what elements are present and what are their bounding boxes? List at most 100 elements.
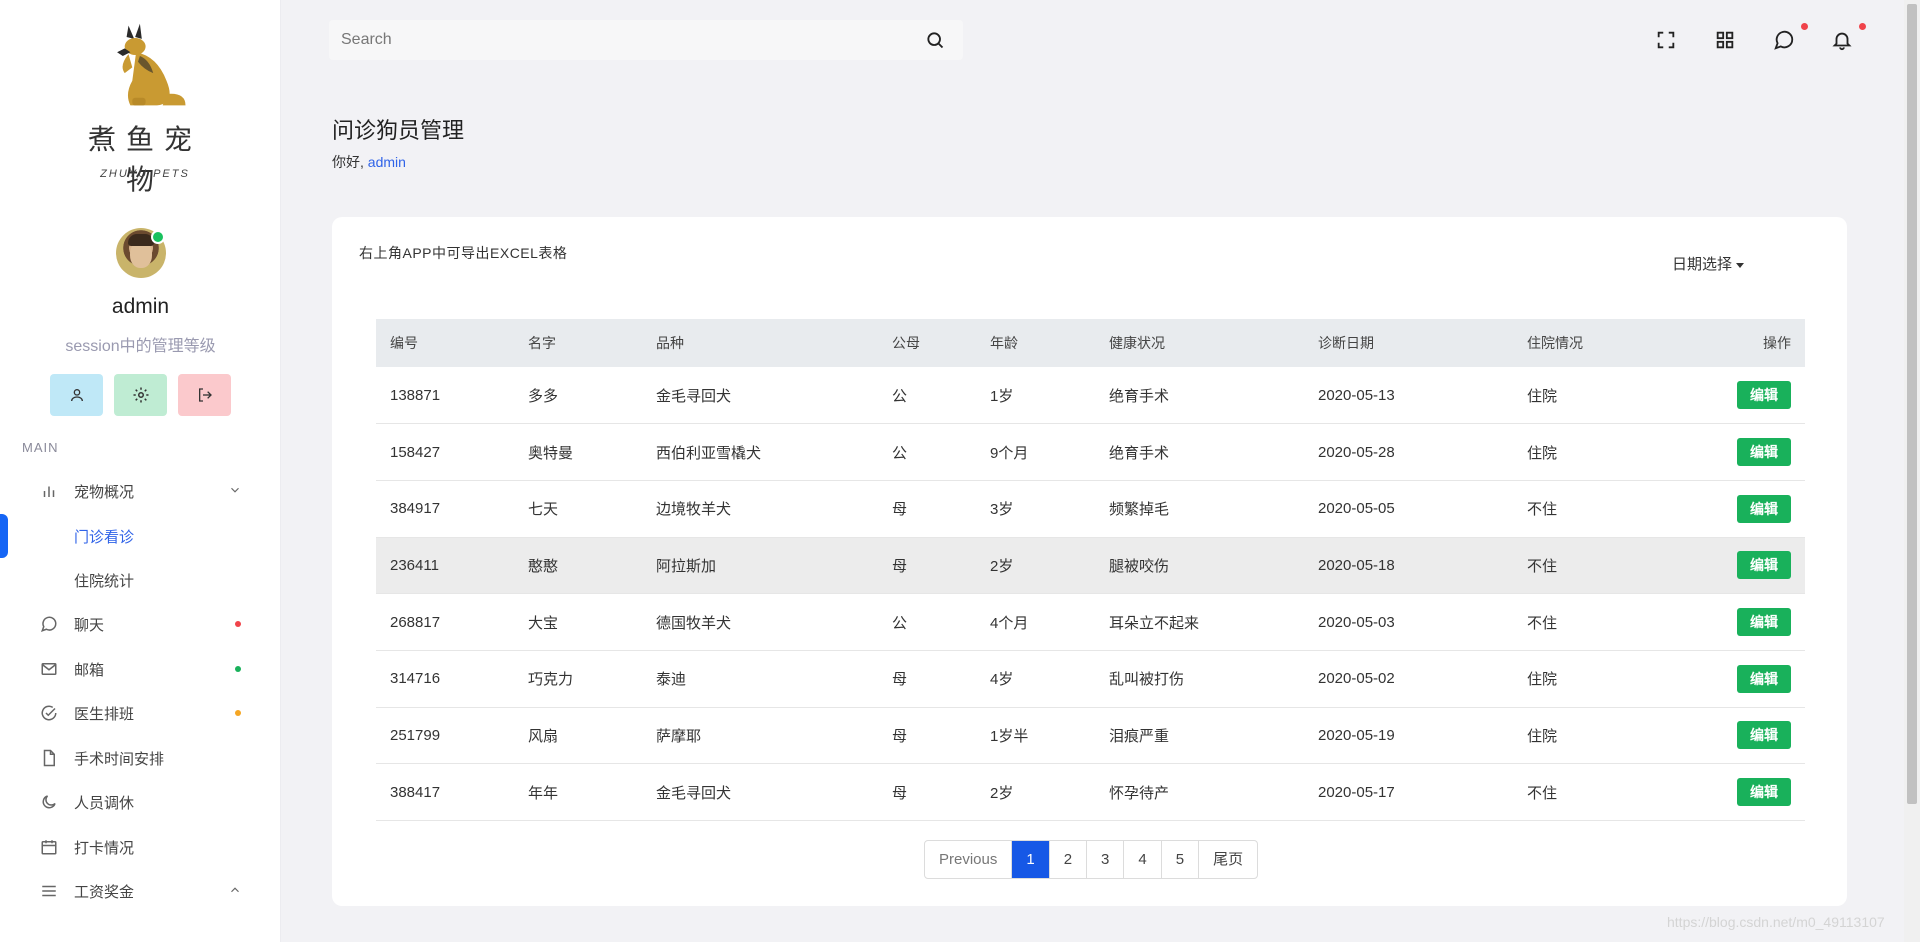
pagination-page-5[interactable]: 5 — [1162, 841, 1200, 878]
pagination-page-2[interactable]: 2 — [1050, 841, 1088, 878]
table-body: 138871 多多 金毛寻回犬公 1岁 绝育手术 2020-05-13 住院 编辑 158427… — [376, 367, 1805, 821]
brand-name: 煮鱼宠物 — [87, 123, 202, 196]
table-cell: 住院 — [1527, 444, 1558, 462]
notification-dot — [235, 666, 241, 672]
table-cell: 2020-05-19 — [1318, 726, 1395, 744]
export-note: 右上角APP中可导出EXCEL表格 — [359, 245, 568, 261]
notification-dot — [235, 710, 241, 716]
table-cell-action: 编辑 — [1663, 424, 1805, 481]
sidebar-item-label: 医生排班 — [74, 705, 135, 723]
edit-button[interactable]: 编辑 — [1737, 551, 1791, 580]
profile-button[interactable] — [50, 374, 103, 416]
apps-grid-icon[interactable] — [1714, 29, 1736, 51]
brand-logo[interactable]: 煮鱼宠物 ZHUYU PETS — [70, 18, 220, 196]
chat-icon — [40, 616, 57, 633]
logout-button[interactable] — [178, 374, 231, 416]
table-cell-action: 编辑 — [1663, 764, 1805, 821]
sidebar-item-mail[interactable]: 邮箱 — [0, 649, 281, 689]
scrollbar-thumb[interactable] — [1907, 4, 1917, 804]
sidebar-item-staff-leave[interactable]: 人员调休 — [0, 782, 281, 822]
online-status-indicator — [151, 230, 165, 244]
scrollbar[interactable] — [1904, 0, 1920, 942]
table-cell: 大宝 — [528, 614, 559, 632]
edit-button[interactable]: 编辑 — [1737, 778, 1791, 807]
pagination-page-3[interactable]: 3 — [1087, 841, 1125, 878]
col-header-sex: 公母 — [892, 335, 920, 351]
search-icon[interactable] — [925, 30, 945, 50]
edit-button[interactable]: 编辑 — [1737, 664, 1791, 693]
col-header-id: 编号 — [390, 335, 418, 351]
table-cell: 251799 — [390, 726, 441, 744]
table-cell: 母 — [892, 727, 908, 745]
col-header-name: 名字 — [528, 335, 556, 351]
avatar[interactable] — [116, 228, 166, 278]
edit-button[interactable]: 编辑 — [1737, 381, 1791, 410]
table-cell: 住院 — [1527, 387, 1558, 405]
table-cell: 236411 — [390, 556, 439, 574]
col-header-hospitalized: 住院情况 — [1527, 335, 1583, 351]
table-cell: 388417 — [390, 783, 441, 801]
search-box — [329, 20, 963, 60]
calendar-icon — [41, 840, 57, 855]
sidebar-item-label: 宠物概况 — [74, 483, 135, 501]
message-icon[interactable] — [1773, 29, 1795, 51]
table-cell-action: 编辑 — [1663, 650, 1805, 707]
chevron-up-icon — [231, 887, 239, 893]
table-cell: 金毛寻回犬 — [656, 387, 732, 405]
table-cell: 1岁半 — [990, 727, 1029, 745]
table-cell: 住院 — [1527, 727, 1558, 745]
date-select-dropdown[interactable]: 日期选择 — [1672, 253, 1745, 274]
table-cell: 138871 — [390, 386, 441, 404]
user-icon — [70, 389, 83, 402]
edit-button[interactable]: 编辑 — [1737, 721, 1791, 750]
table-cell: 多多 — [528, 387, 559, 405]
pagination-last[interactable]: 尾页 — [1199, 841, 1257, 878]
table-cell: 4个月 — [990, 614, 1029, 632]
table-cell: 萨摩耶 — [656, 727, 702, 745]
sidebar-item-salary[interactable]: 工资奖金 — [0, 871, 281, 911]
table-cell: 2岁 — [990, 557, 1014, 575]
col-header-action: 操作 — [1763, 335, 1791, 351]
edit-button[interactable]: 编辑 — [1737, 438, 1791, 467]
check-circle-icon — [41, 705, 57, 721]
table-cell: 158427 — [390, 443, 441, 461]
table-cell: 2020-05-13 — [1318, 386, 1395, 404]
table-cell: 4岁 — [990, 671, 1014, 689]
sidebar-item-surgery-schedule[interactable]: 手术时间安排 — [0, 738, 281, 778]
table-row: 236411 憨憨 阿拉斯加 母 2岁 腿被咬伤 2020-05-18 不住 编辑 — [376, 537, 1805, 594]
pagination-page-1[interactable]: 1 — [1012, 841, 1050, 878]
pagination-previous[interactable]: Previous — [925, 841, 1013, 878]
sidebar-item-label: 工资奖金 — [74, 883, 135, 901]
pagination-page-4[interactable]: 4 — [1124, 841, 1162, 878]
fullscreen-icon[interactable] — [1655, 29, 1677, 51]
bell-icon[interactable] — [1831, 29, 1853, 51]
sidebar-item-doctor-schedule[interactable]: 医生排班 — [0, 693, 281, 733]
table-cell: 不住 — [1527, 784, 1558, 802]
notification-badge — [1859, 23, 1866, 30]
edit-button[interactable]: 编辑 — [1737, 494, 1791, 523]
table-cell: 金毛寻回犬 — [656, 784, 732, 802]
sidebar-item-pet-overview[interactable]: 宠物概况 — [0, 471, 281, 511]
table-cell-action: 编辑 — [1663, 367, 1805, 424]
search-input[interactable] — [341, 28, 901, 52]
dog-logo-icon — [117, 23, 186, 106]
sidebar-item-attendance[interactable]: 打卡情况 — [0, 827, 281, 867]
table-cell: 2020-05-03 — [1318, 613, 1395, 631]
sidebar-subitem-inpatient-stats[interactable]: 住院统计 — [74, 570, 134, 591]
message-badge — [1801, 23, 1808, 30]
mail-icon — [41, 663, 57, 675]
edit-button[interactable]: 编辑 — [1737, 608, 1791, 637]
table-cell: 2020-05-02 — [1318, 670, 1395, 688]
gear-icon — [133, 387, 148, 403]
table-cell: 公 — [892, 444, 908, 462]
sidebar-item-chat[interactable]: 聊天 — [0, 604, 281, 644]
greeting-user-link[interactable]: admin — [368, 154, 406, 170]
date-select-label: 日期选择 — [1672, 256, 1733, 273]
sidebar-subitem-outpatient[interactable]: 门诊看诊 — [74, 526, 134, 547]
table-cell: 2020-05-28 — [1318, 443, 1395, 461]
settings-button[interactable] — [114, 374, 167, 416]
col-header-breed: 品种 — [656, 335, 684, 351]
pagination: Previous 1 2 3 4 5 尾页 — [924, 840, 1259, 879]
table-cell-action: 编辑 — [1663, 537, 1805, 594]
table-cell: 风扇 — [528, 727, 559, 745]
